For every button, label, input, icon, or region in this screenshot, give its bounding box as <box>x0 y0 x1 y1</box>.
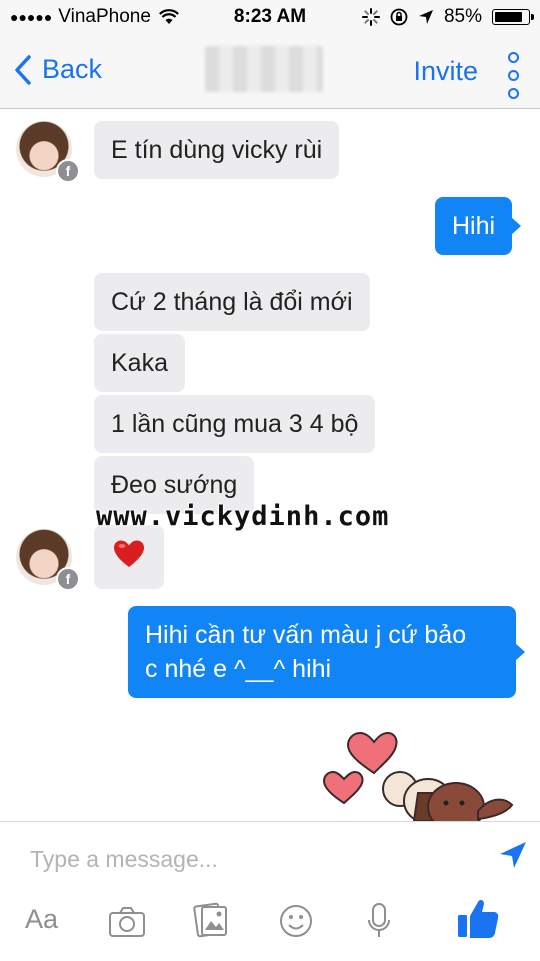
gallery-icon[interactable] <box>193 902 229 938</box>
composer-toolbar: Aa <box>0 894 540 954</box>
send-icon[interactable] <box>498 840 528 870</box>
chevron-left-icon <box>15 54 31 85</box>
emoji-icon[interactable] <box>279 904 313 938</box>
message-bubble-incoming[interactable]: 1 lần cũng mua 3 4 bộ <box>94 395 376 453</box>
kebab-dot <box>507 70 519 81</box>
navigation-bar: Back Invite <box>0 36 540 109</box>
location-arrow-icon <box>418 10 433 24</box>
message-text-line: Hihi cần tư vấn màu j cứ bảo <box>145 621 467 649</box>
chat-thread[interactable]: f E tín dùng vicky rùi Hihi Cứ 2 tháng l… <box>0 109 540 821</box>
message-bubble-incoming[interactable]: E tín dùng vicky rùi <box>94 121 340 179</box>
sticker-heart-small <box>322 770 364 805</box>
status-bar: ●●●●● VinaPhone 8:23 AM 85% <box>0 0 540 36</box>
kebab-menu-icon[interactable] <box>506 52 520 99</box>
activity-spinner-icon <box>361 8 380 26</box>
facebook-badge-icon: f <box>56 159 80 183</box>
bubble-tail <box>511 217 522 235</box>
text-format-button[interactable]: Aa <box>25 904 58 935</box>
message-bubble-incoming[interactable]: Cứ 2 tháng là đổi mới <box>94 273 370 331</box>
message-bubble-outgoing[interactable]: Hihi <box>435 197 522 255</box>
microphone-icon[interactable] <box>366 902 392 940</box>
battery-percent: 85% <box>443 6 482 27</box>
conversation-title-blurred <box>205 46 323 92</box>
bubble-tail <box>515 643 525 661</box>
thumbs-up-icon[interactable] <box>456 896 500 940</box>
sticker-image[interactable] <box>318 731 518 821</box>
heart-icon <box>114 540 144 567</box>
message-composer: Aa <box>0 821 540 961</box>
message-text: Hihi <box>452 212 496 240</box>
invite-button[interactable]: Invite <box>413 56 478 87</box>
back-button[interactable]: Back <box>14 54 102 85</box>
back-label: Back <box>42 54 103 84</box>
message-bubble-outgoing[interactable]: Hihi cần tư vấn màu j cứ bảo c nhé e ^__… <box>128 606 525 698</box>
message-text-line: c nhé e ^__^ hihi <box>145 655 332 683</box>
message-bubble-heart[interactable]: ❤️ <box>94 525 164 589</box>
sticker-heart-large <box>346 731 398 775</box>
facebook-badge-icon: f <box>56 567 80 591</box>
battery-level <box>495 12 522 22</box>
kebab-dot <box>507 52 519 63</box>
message-bubble-incoming[interactable]: Kaka <box>94 334 185 392</box>
status-right: 85% <box>361 6 534 28</box>
message-input[interactable] <box>28 840 472 878</box>
kebab-dot <box>507 88 519 99</box>
rotation-lock-icon <box>390 8 408 26</box>
watermark: www.vickydinh.com <box>96 501 390 532</box>
battery-icon <box>492 9 534 25</box>
camera-icon[interactable] <box>108 906 146 938</box>
